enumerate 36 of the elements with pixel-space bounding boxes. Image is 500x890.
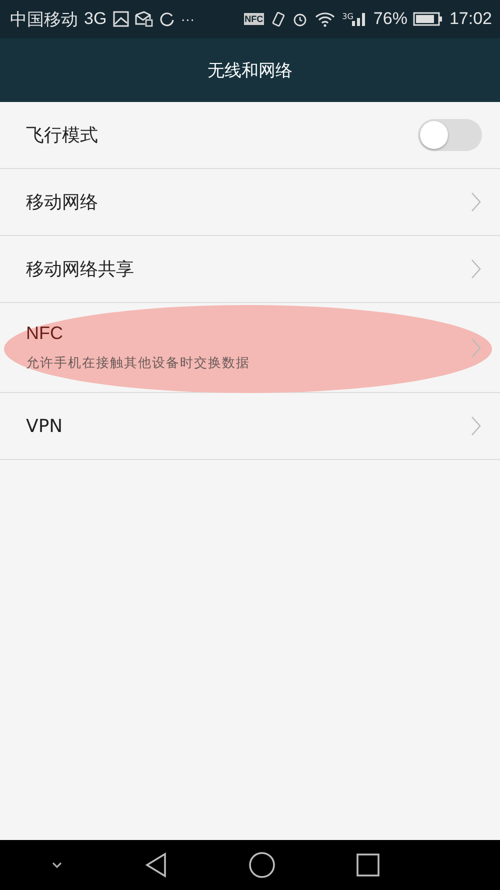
- wifi-icon: [314, 11, 336, 27]
- battery-percent-text: 76%: [373, 9, 408, 29]
- signal-network-text: 3G: [342, 12, 354, 21]
- envelope-icon: [134, 11, 153, 27]
- screen-title: 无线和网络: [208, 60, 292, 82]
- back-icon[interactable]: [144, 852, 168, 878]
- time-text: 17:02: [449, 9, 492, 29]
- item-label: VPN: [26, 416, 64, 436]
- signal-icon: [351, 12, 368, 26]
- recents-icon[interactable]: [356, 853, 380, 877]
- chevron-icon: [470, 416, 482, 436]
- item-label: 移动网络: [26, 191, 99, 214]
- chevron-icon: [470, 192, 482, 212]
- item-label: 飞行模式: [26, 124, 99, 147]
- image-icon: [112, 11, 129, 27]
- network-text: 3G: [84, 9, 107, 29]
- battery-icon: [413, 11, 444, 27]
- nfc-badge: NFC: [244, 13, 264, 25]
- carrier-text: 中国移动: [10, 8, 78, 30]
- alarm-icon: [292, 11, 308, 27]
- vibrate-icon: [270, 11, 286, 27]
- more-text: ···: [180, 11, 195, 27]
- chevron-icon: [470, 338, 482, 358]
- sync-icon: [158, 11, 175, 27]
- item-description: 允许手机在接触其他设备时交换数据: [26, 355, 251, 372]
- settings-item[interactable]: 移动网络: [0, 169, 500, 236]
- settings-item[interactable]: 移动网络共享: [0, 236, 500, 303]
- chevron-icon: [470, 259, 482, 279]
- toggle-switch[interactable]: [418, 119, 482, 151]
- item-label: NFC: [26, 323, 64, 344]
- settings-item[interactable]: NFC 允许手机在接触其他设备时交换数据: [0, 303, 500, 393]
- settings-item[interactable]: 飞行模式: [0, 102, 500, 169]
- settings-item[interactable]: VPN: [0, 393, 500, 460]
- item-label: 移动网络共享: [26, 258, 135, 281]
- home-icon[interactable]: [248, 851, 276, 879]
- chevron-down-icon[interactable]: [50, 860, 64, 870]
